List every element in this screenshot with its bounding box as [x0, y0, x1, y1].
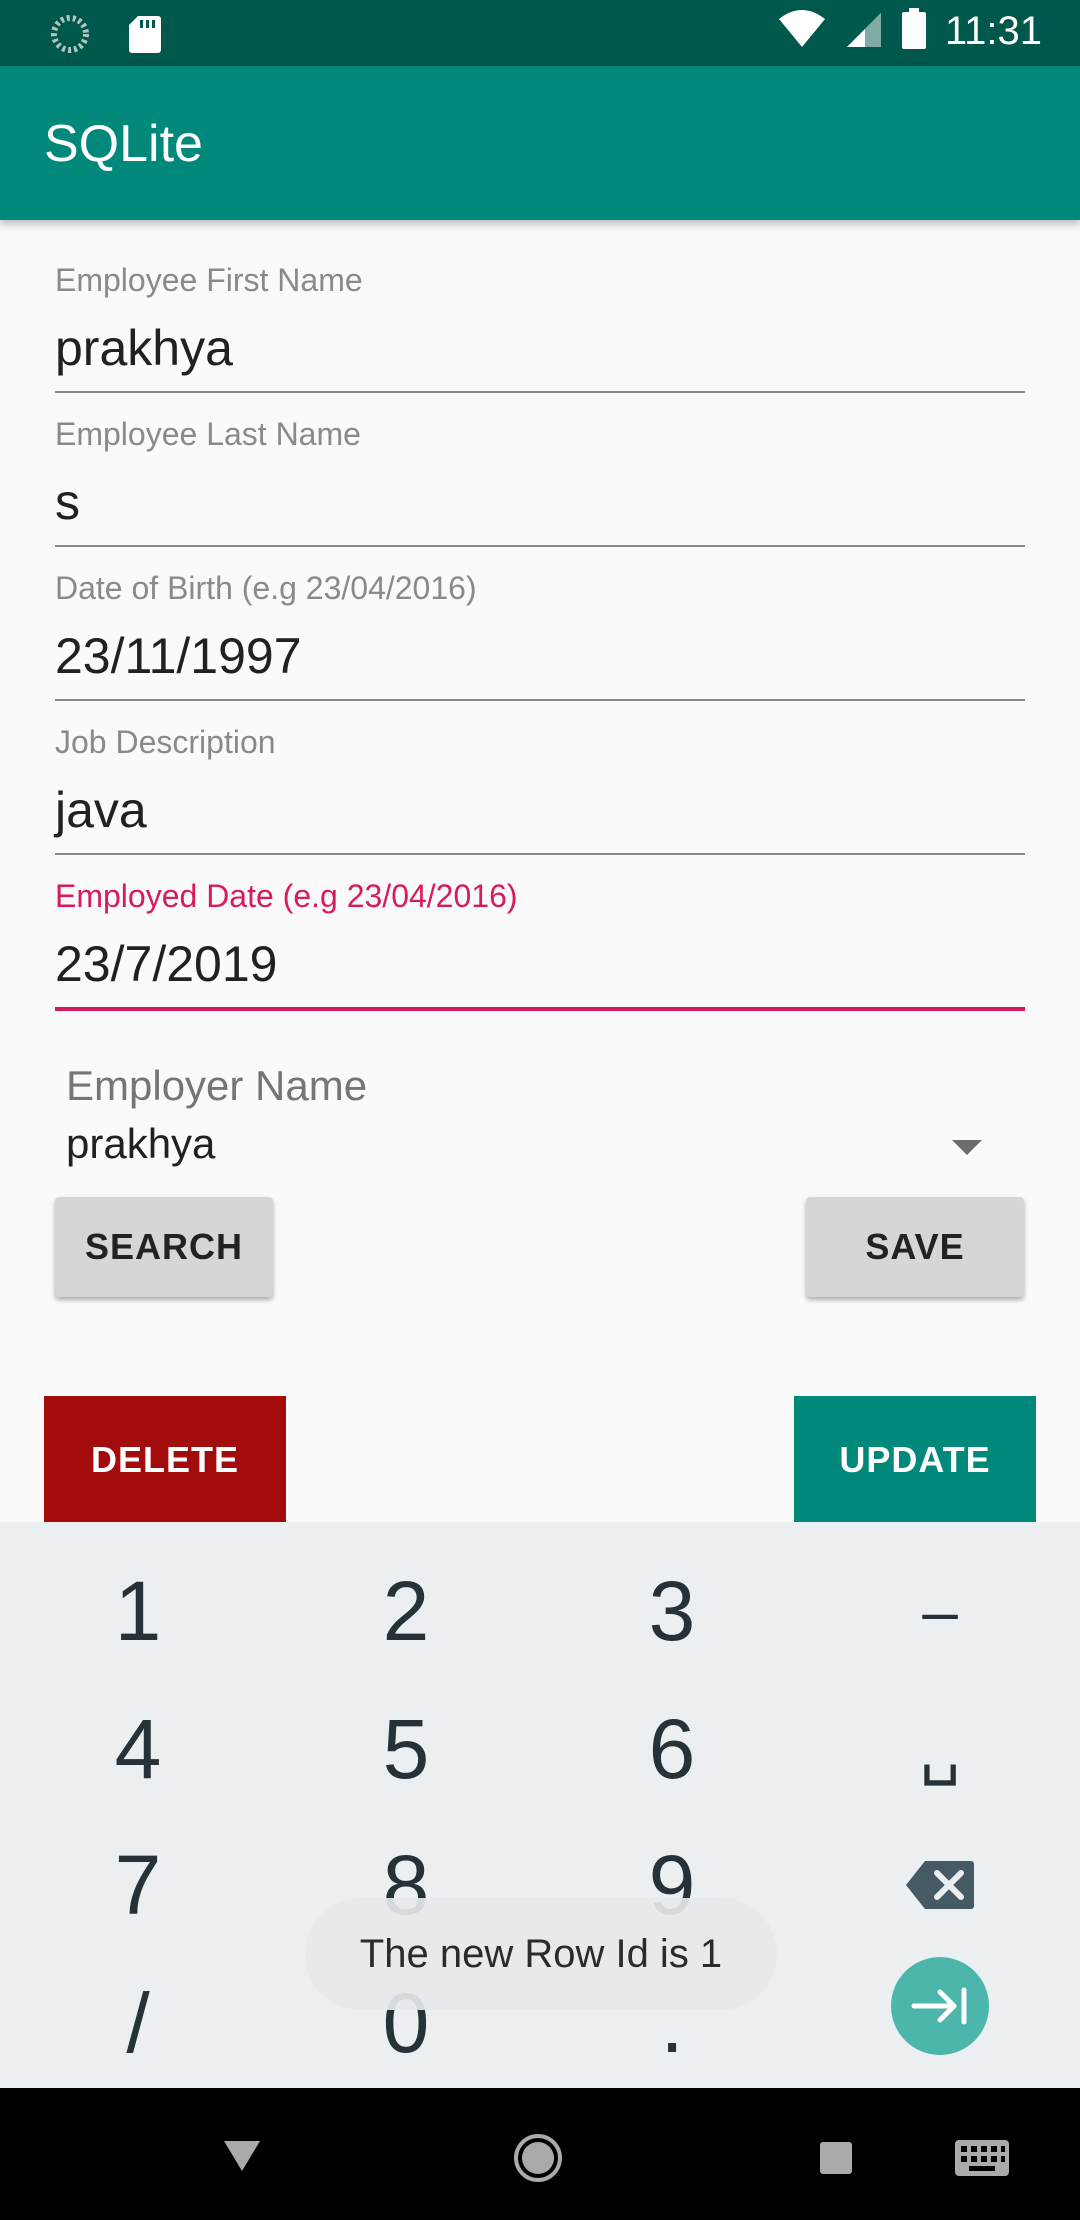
enter-key[interactable]: [891, 1957, 989, 2055]
app-title: SQLite: [44, 115, 203, 173]
backspace-key[interactable]: [840, 1820, 1040, 1950]
key-6[interactable]: 6: [572, 1684, 772, 1814]
employed-date-field[interactable]: Employed Date (e.g 23/04/2016) 23/7/2019: [55, 878, 1025, 1011]
dob-field[interactable]: Date of Birth (e.g 23/04/2016) 23/11/199…: [55, 570, 1025, 701]
key-4[interactable]: 4: [38, 1684, 238, 1814]
dropdown-arrow-icon: [952, 1140, 982, 1155]
employer-spinner[interactable]: prakhya: [66, 1120, 996, 1180]
battery-icon: [901, 8, 927, 54]
update-button[interactable]: UPDATE: [794, 1396, 1036, 1524]
search-button[interactable]: SEARCH: [55, 1197, 273, 1297]
job-description-label: Job Description: [55, 724, 276, 760]
last-name-underline: [55, 545, 1025, 547]
status-bar: 11:31: [0, 0, 1080, 66]
key-slash[interactable]: /: [38, 1958, 238, 2088]
backspace-icon: [906, 1861, 974, 1909]
employed-date-label: Employed Date (e.g 23/04/2016): [55, 878, 518, 914]
key-5[interactable]: 5: [306, 1684, 506, 1814]
first-name-label: Employee First Name: [55, 262, 363, 298]
dob-input[interactable]: 23/11/1997: [55, 627, 1025, 685]
first-name-underline: [55, 391, 1025, 393]
recents-nav-icon[interactable]: [806, 2128, 866, 2188]
sync-icon: [50, 14, 90, 58]
key-1[interactable]: 1: [38, 1546, 238, 1676]
first-name-field[interactable]: Employee First Name prakhya: [55, 262, 1025, 393]
toast-message: The new Row Id is 1: [305, 1898, 777, 2010]
employed-date-underline: [55, 1007, 1025, 1011]
key-2[interactable]: 2: [306, 1546, 506, 1676]
employed-date-input[interactable]: 23/7/2019: [55, 935, 1025, 993]
job-description-input[interactable]: java: [55, 781, 1025, 839]
key-7[interactable]: 7: [38, 1820, 238, 1950]
key-dash[interactable]: –: [840, 1546, 1040, 1676]
enter-arrow-icon: [911, 1987, 967, 2025]
dob-label: Date of Birth (e.g 23/04/2016): [55, 570, 477, 606]
key-3[interactable]: 3: [572, 1546, 772, 1676]
employer-selected-value: prakhya: [66, 1120, 216, 1167]
dob-underline: [55, 699, 1025, 701]
navigation-bar: [0, 2088, 1080, 2220]
employer-name-label: Employer Name: [66, 1062, 368, 1109]
home-nav-icon[interactable]: [508, 2128, 568, 2188]
keyboard-switch-icon[interactable]: [950, 2126, 1014, 2190]
clock: 11:31: [944, 8, 1042, 53]
last-name-field[interactable]: Employee Last Name s: [55, 416, 1025, 547]
app-bar: SQLite: [0, 66, 1080, 220]
sd-card-icon: [128, 14, 162, 58]
last-name-input[interactable]: s: [55, 473, 1025, 531]
back-nav-icon[interactable]: [212, 2126, 272, 2186]
key-space[interactable]: ␣: [840, 1684, 1040, 1814]
last-name-label: Employee Last Name: [55, 416, 361, 452]
job-description-underline: [55, 853, 1025, 855]
delete-button[interactable]: DELETE: [44, 1396, 286, 1524]
signal-icon: [845, 9, 883, 53]
job-description-field[interactable]: Job Description java: [55, 724, 1025, 855]
save-button[interactable]: SAVE: [806, 1197, 1024, 1297]
wifi-icon: [777, 9, 827, 53]
first-name-input[interactable]: prakhya: [55, 319, 1025, 377]
